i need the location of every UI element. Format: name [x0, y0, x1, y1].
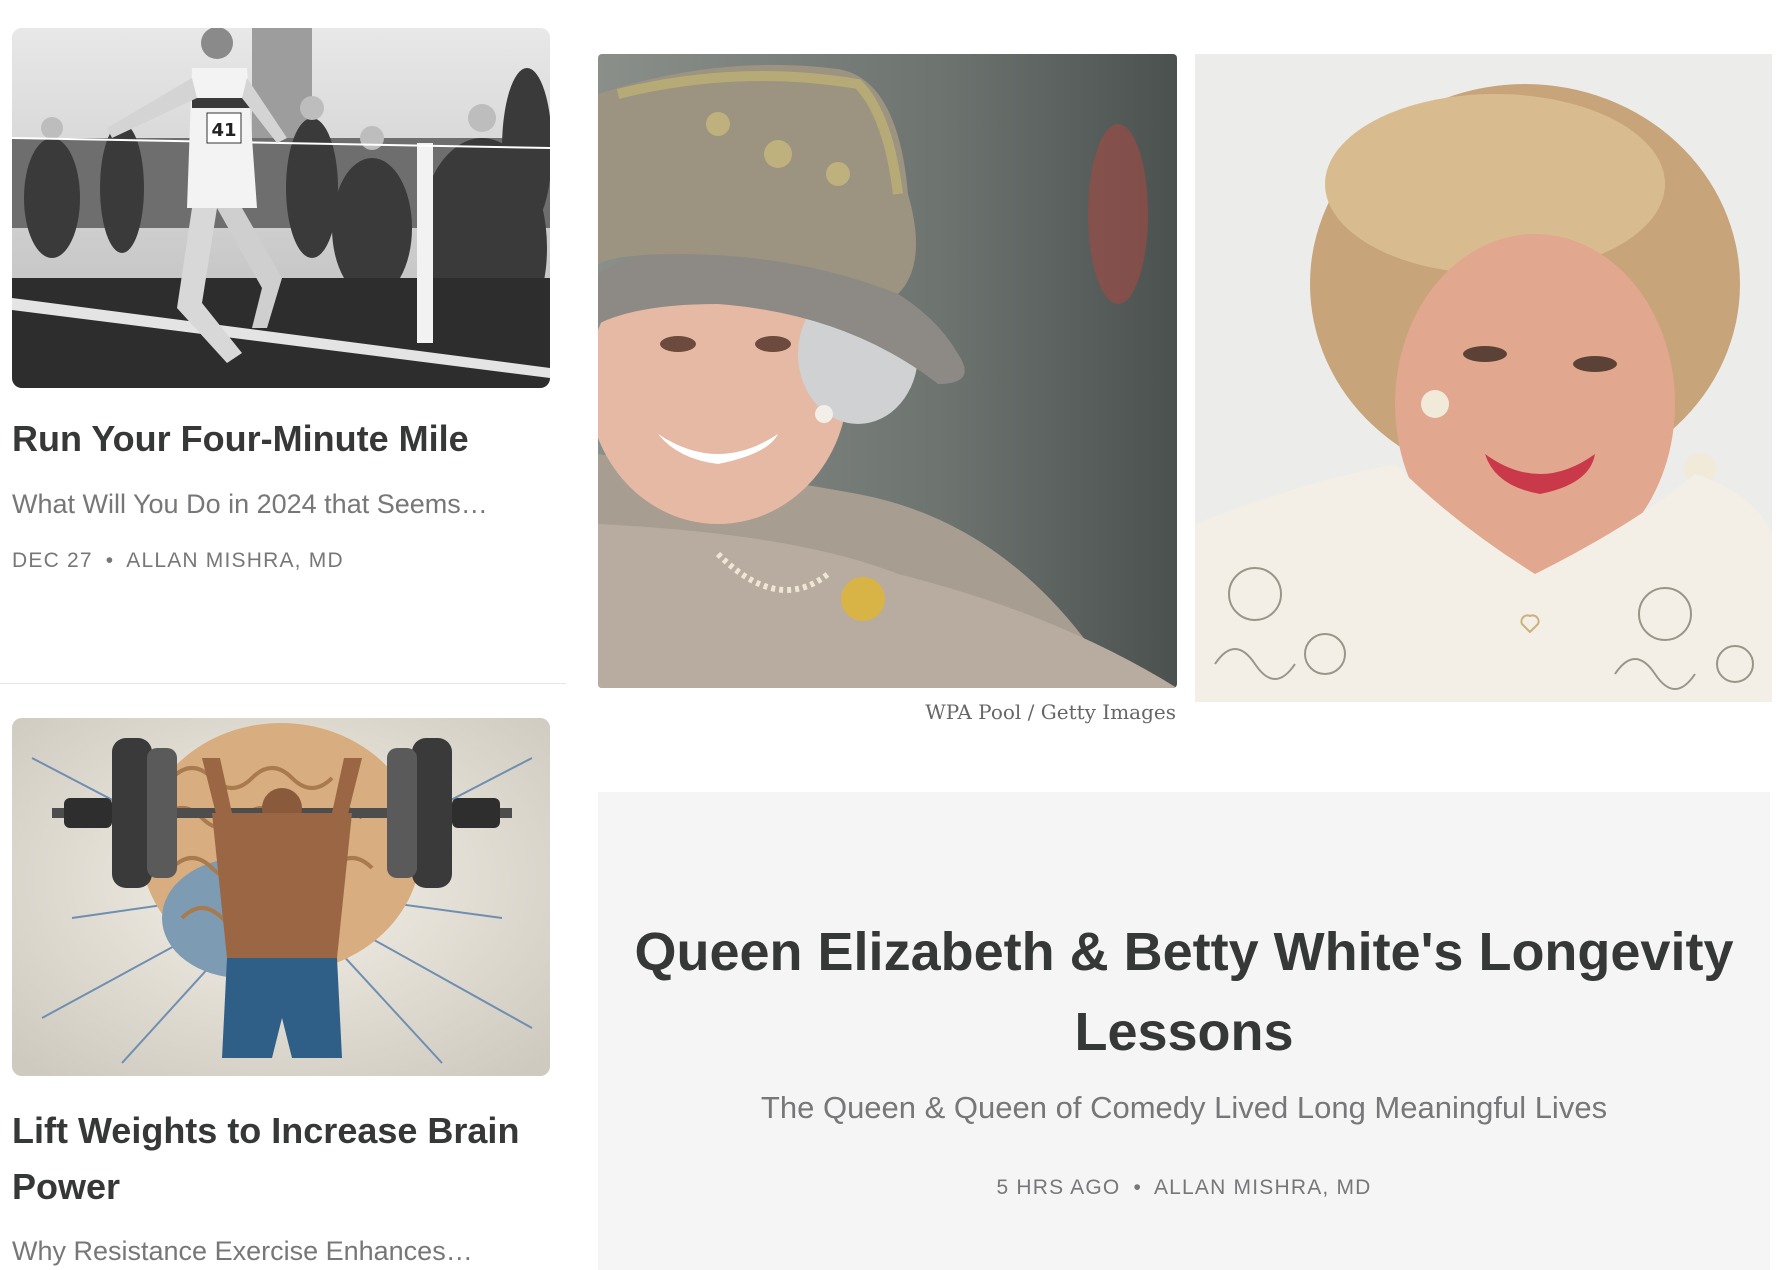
post-subtitle: Why Resistance Exercise Enhances… [12, 1236, 473, 1266]
post-meta: DEC 27 • ALLAN MISHRA, MD [12, 547, 344, 575]
queen-elizabeth-photo [598, 54, 1177, 688]
feature-post-subtitle: The Queen & Queen of Comedy Lived Long M… [760, 1090, 1608, 1125]
post-title[interactable]: Run Your Four-Minute Mile [12, 411, 552, 467]
post-date: 5 HRS AGO [996, 1176, 1121, 1199]
post-thumbnail-lift-weights[interactable] [12, 718, 550, 1076]
weightlifter-brain-illustration [12, 718, 550, 1076]
feature-photo-queen-elizabeth[interactable] [598, 54, 1177, 688]
betty-white-photo [1195, 54, 1772, 702]
photo-credit: WPA Pool / Getty Images [925, 700, 1176, 724]
runner-photo: 41 [12, 28, 550, 388]
feature-post-card[interactable]: Queen Elizabeth & Betty White's Longevit… [598, 792, 1770, 1270]
post-author[interactable]: ALLAN MISHRA, MD [126, 549, 344, 572]
post-date: DEC 27 [12, 549, 93, 572]
post-divider [0, 683, 566, 684]
feature-photo-betty-white[interactable] [1195, 54, 1772, 702]
meta-separator: • [105, 549, 115, 572]
post-title[interactable]: Lift Weights to Increase Brain Power [12, 1103, 552, 1215]
runner-bib-number: 41 [211, 120, 236, 141]
feature-post-title[interactable]: Queen Elizabeth & Betty White's Longevit… [598, 912, 1770, 1072]
post-subtitle: What Will You Do in 2024 that Seems… [12, 489, 488, 519]
post-author[interactable]: ALLAN MISHRA, MD [1154, 1176, 1372, 1199]
meta-separator: • [1133, 1176, 1143, 1199]
feature-post-meta: 5 HRS AGO • ALLAN MISHRA, MD [598, 1176, 1770, 1200]
post-grid: 41 Run Your Four-Minute Mile What Will Y… [0, 0, 1792, 1270]
post-thumbnail-four-minute-mile[interactable]: 41 [12, 28, 550, 388]
